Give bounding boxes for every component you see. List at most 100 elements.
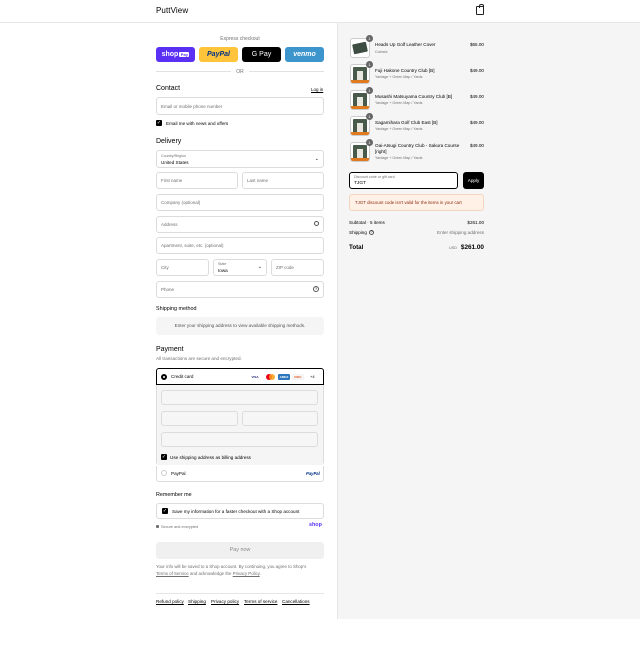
visa-icon: VISA	[251, 375, 259, 379]
item-variant: Cobra/x	[375, 50, 388, 54]
secure-label: Secure and encrypted	[161, 524, 199, 529]
state-value: Iowa	[218, 268, 228, 273]
save-info-label: Save my information for a faster checkou…	[172, 509, 300, 514]
item-variant: Yardage + Green Map / Yards	[375, 75, 423, 79]
terms-link[interactable]: Terms of Service	[156, 571, 189, 576]
phone-field[interactable]: Phone ?	[156, 281, 324, 298]
quantity-badge: 1	[366, 35, 373, 42]
discount-value: TJGT	[354, 180, 366, 186]
chevron-down-icon: ⌄	[314, 156, 319, 162]
brand-logo[interactable]: PuttView	[156, 6, 188, 15]
legal-text: Your info will be saved to a Shop accoun…	[156, 564, 324, 577]
footer-refund-link[interactable]: Refund policy	[156, 599, 184, 604]
paypal-option[interactable]: PayPal PayPal	[156, 466, 324, 482]
shipping-label: Shipping	[349, 230, 367, 235]
quantity-badge: 1	[366, 139, 373, 146]
save-info-checkbox[interactable]: ✓	[162, 508, 168, 514]
email-placeholder: Email or mobile phone number	[161, 104, 223, 109]
contact-title: Contact	[156, 85, 181, 92]
chevron-down-icon: ⌄	[257, 264, 262, 270]
header: PuttView	[0, 0, 640, 23]
discount-error: TJGT discount code isn't valid for the i…	[349, 194, 484, 211]
radio-unselected-icon	[161, 470, 167, 476]
divider-left	[156, 71, 231, 72]
security-code-field[interactable]	[242, 411, 318, 426]
address-placeholder: Address	[161, 222, 178, 227]
apartment-field[interactable]: Apartment, suite, etc. (optional)	[156, 237, 324, 254]
news-checkbox[interactable]: ✓	[156, 120, 162, 126]
item-name: Oai-Atsugi Country Club - Sakura Course …	[375, 143, 460, 154]
paypal-logo: PayPal	[306, 471, 320, 476]
item-price: $49.00	[469, 143, 484, 148]
search-icon	[314, 221, 319, 226]
country-select[interactable]: Country/Region United States ⌄	[156, 150, 324, 168]
name-on-card-field[interactable]	[161, 432, 318, 447]
email-field[interactable]: Email or mobile phone number	[156, 97, 324, 115]
legal-and: and acknowledge the	[189, 570, 232, 576]
paypal-express-button[interactable]: PayPal	[199, 47, 238, 62]
mastercard-icon	[264, 374, 276, 380]
quantity-badge: 1	[366, 61, 373, 68]
footer-shipping-link[interactable]: Shipping	[188, 599, 206, 604]
zip-placeholder: ZIP code	[276, 265, 294, 270]
item-variant: Yardage + Green Map / Yards	[375, 156, 423, 160]
currency-label: USD	[449, 246, 458, 250]
item-price: $49.00	[469, 68, 484, 73]
news-checkbox-label: Email me with news and offers	[166, 120, 229, 126]
zip-field[interactable]: ZIP code	[271, 259, 324, 276]
state-select[interactable]: State Iowa ⌄	[213, 259, 267, 276]
item-name: Musashi Matsuyama Country Club [B]	[375, 94, 453, 99]
lock-icon	[156, 525, 159, 528]
delivery-title: Delivery	[156, 138, 182, 145]
discount-field[interactable]: Discount code or gift card TJGT	[349, 172, 458, 189]
footer-cancellations-link[interactable]: Cancellations	[282, 599, 310, 604]
city-placeholder: City	[161, 265, 169, 270]
last-name-field[interactable]: Last name	[242, 172, 324, 189]
legal-line1: Your info will be saved to a Shop accoun…	[156, 564, 307, 569]
shop-logo: shop	[309, 522, 322, 528]
more-cards-label: +4	[310, 374, 315, 379]
state-label: State	[218, 262, 227, 266]
last-name-placeholder: Last name	[247, 178, 269, 183]
venmo-button[interactable]: venmo	[285, 47, 324, 62]
help-icon[interactable]: ?	[313, 286, 319, 292]
cart-bag-icon[interactable]	[476, 4, 484, 15]
billing-checkbox[interactable]: ✓	[161, 454, 167, 460]
pay-now-button[interactable]: Pay now	[156, 542, 324, 559]
total-label: Total	[349, 244, 364, 251]
country-value: United States	[161, 160, 189, 165]
phone-placeholder: Phone	[161, 287, 175, 292]
apply-button[interactable]: Apply	[463, 172, 484, 189]
payment-subtitle: All transactions are secure and encrypte…	[156, 356, 242, 361]
discover-icon: DISC	[292, 374, 304, 380]
remember-box: ✓ Save my information for a faster check…	[156, 503, 324, 519]
item-variant: Yardage + Green Map / Yards	[375, 101, 423, 105]
help-icon[interactable]: ?	[369, 230, 374, 235]
card-number-field[interactable]	[161, 390, 318, 405]
footer-terms-link[interactable]: Terms of service	[244, 599, 277, 604]
remember-title: Remember me	[156, 492, 192, 498]
quantity-badge: 1	[366, 113, 373, 120]
paypal-option-label: PayPal	[171, 471, 186, 476]
company-placeholder: Company (optional)	[161, 200, 201, 205]
footer-privacy-link[interactable]: Privacy policy	[211, 599, 239, 604]
credit-card-option[interactable]: Credit card VISA AMEX DISC +4	[156, 368, 324, 385]
discount-label: Discount code or gift card	[354, 175, 395, 179]
shop-pay-button[interactable]: shop Pay	[156, 47, 195, 62]
payment-title: Payment	[156, 346, 184, 353]
login-link[interactable]: Log in	[311, 87, 323, 92]
subtotal-value: $261.00	[467, 220, 484, 225]
company-field[interactable]: Company (optional)	[156, 194, 324, 211]
address-field[interactable]: Address	[156, 216, 324, 233]
expiry-field[interactable]	[161, 411, 238, 426]
privacy-link[interactable]: Privacy Policy	[233, 571, 260, 576]
google-pay-button[interactable]: G Pay	[242, 47, 281, 62]
or-separator: OR	[236, 69, 244, 75]
city-field[interactable]: City	[156, 259, 209, 276]
item-variant: Yardage + Green Map / Yards	[375, 127, 423, 131]
first-name-field[interactable]: First name	[156, 172, 238, 189]
apartment-placeholder: Apartment, suite, etc. (optional)	[161, 243, 224, 248]
item-name: Heads Up Golf Leather Cover	[375, 42, 436, 47]
radio-selected-icon	[161, 373, 167, 380]
country-label: Country/Region	[161, 154, 186, 158]
